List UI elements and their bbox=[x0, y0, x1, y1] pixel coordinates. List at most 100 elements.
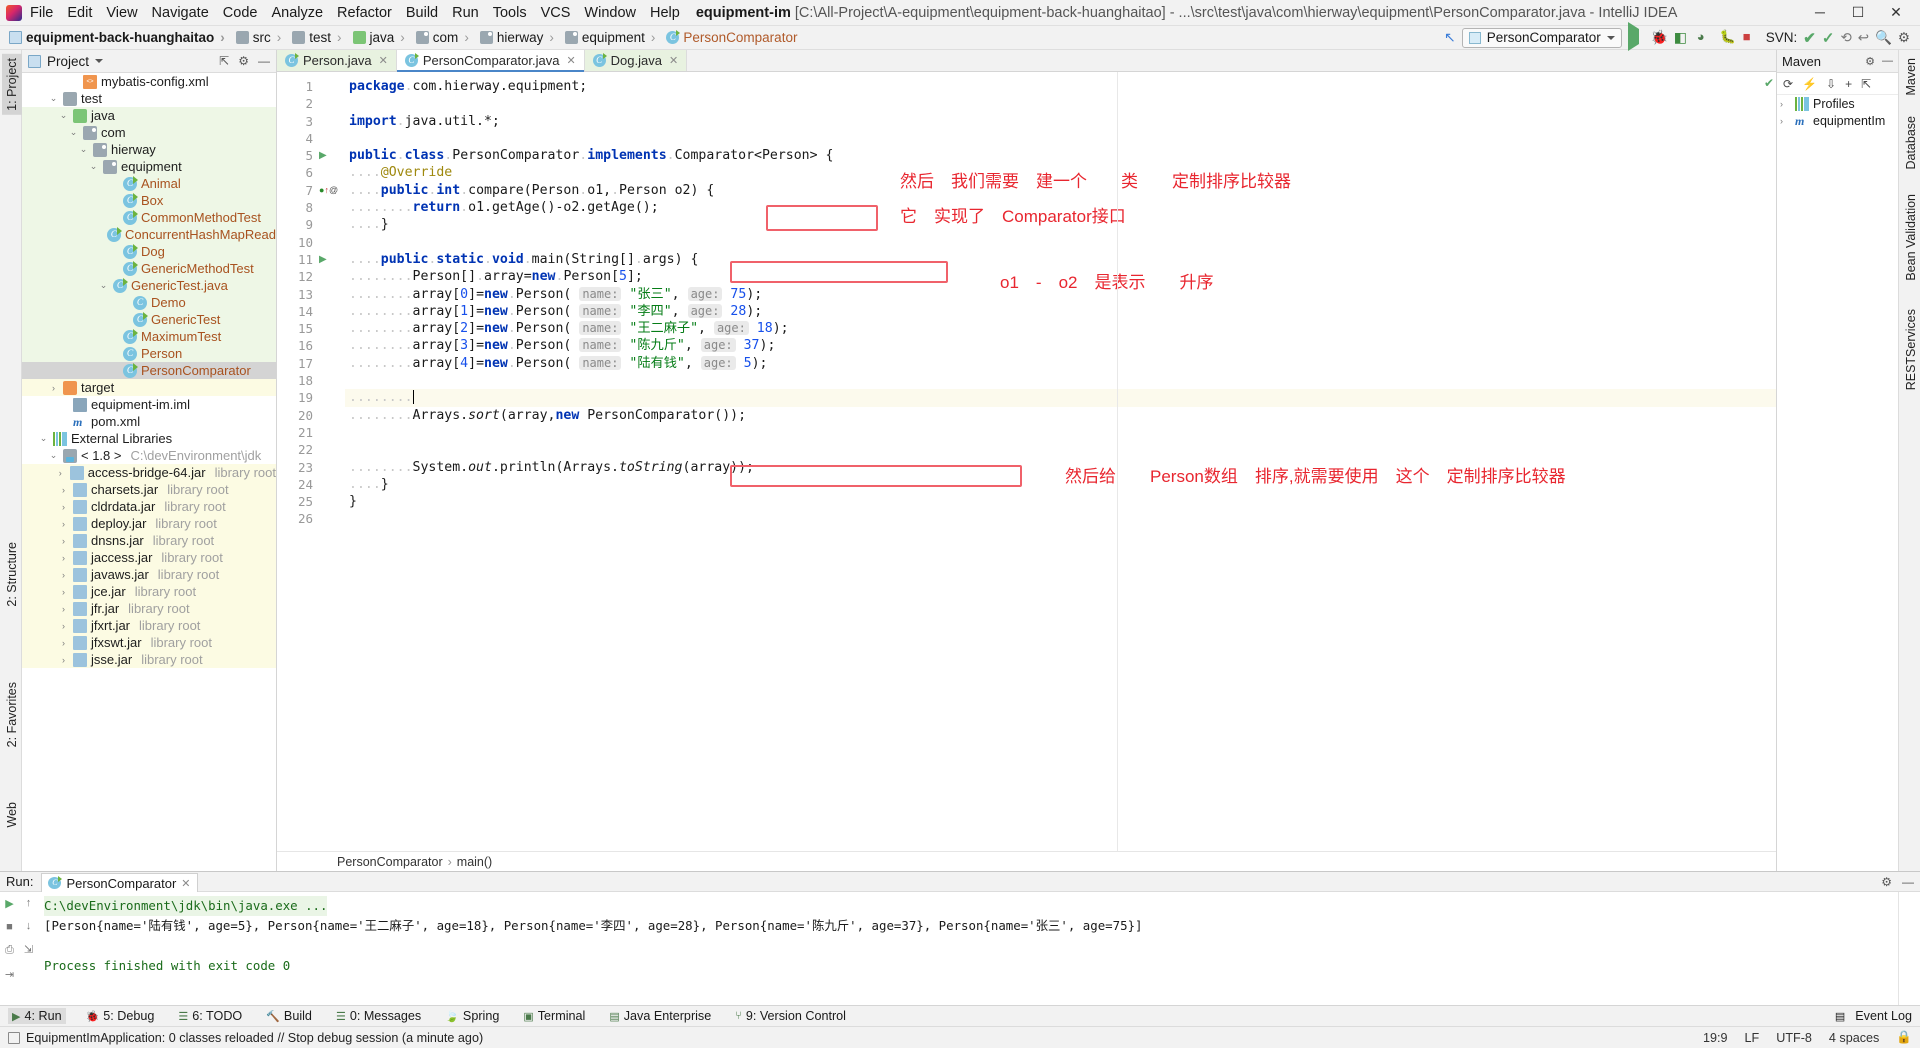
editor-tab[interactable]: C Dog.java ✕ bbox=[584, 50, 688, 71]
breadcrumb-item-com[interactable]: com › bbox=[413, 29, 474, 46]
tree-node[interactable]: C CommonMethodTest bbox=[22, 209, 276, 226]
settings-icon[interactable]: ⚙ bbox=[1898, 30, 1910, 46]
code-line[interactable]: ........array[3]=new.Person( name: "陈九斤"… bbox=[345, 337, 1776, 354]
tree-node[interactable]: › jce.jar library root bbox=[22, 583, 276, 600]
source-code[interactable]: package.com.hierway.equipment; import.ja… bbox=[345, 72, 1776, 851]
tree-twisty-icon[interactable]: › bbox=[58, 570, 69, 580]
up-icon[interactable]: ↑ bbox=[26, 897, 32, 909]
console-output[interactable]: C:\devEnvironment\jdk\bin\java.exe ... [… bbox=[38, 892, 1898, 1005]
toolwindow-button-vcs[interactable]: ⑂ 9: Version Control bbox=[731, 1008, 850, 1024]
file-encoding[interactable]: UTF-8 bbox=[1776, 1031, 1812, 1045]
menu-help[interactable]: Help bbox=[650, 5, 680, 21]
tree-twisty-icon[interactable]: › bbox=[58, 621, 69, 631]
hide-panel-icon[interactable]: — bbox=[258, 54, 270, 68]
maven-toolbar[interactable]: ⟳ ⚡ ⇩ + ⇱ bbox=[1777, 73, 1898, 95]
hide-panel-icon[interactable]: — bbox=[1882, 55, 1893, 68]
code-line[interactable] bbox=[345, 234, 1776, 251]
tree-twisty-icon[interactable]: ⌄ bbox=[48, 450, 59, 461]
code-line[interactable]: ........array[1]=new.Person( name: "李四",… bbox=[345, 303, 1776, 320]
print-icon[interactable]: ⎙ bbox=[5, 944, 14, 957]
editor-tab[interactable]: C PersonComparator.java ✕ bbox=[396, 50, 585, 72]
code-line[interactable] bbox=[345, 510, 1776, 527]
breadcrumb-item-src[interactable]: src › bbox=[233, 29, 287, 46]
menu-code[interactable]: Code bbox=[223, 5, 258, 21]
tree-node[interactable]: › cldrdata.jar library root bbox=[22, 498, 276, 515]
menu-file[interactable]: File bbox=[30, 5, 53, 21]
close-icon[interactable]: ✕ bbox=[181, 877, 190, 890]
window-controls[interactable]: ─ ☐ ✕ bbox=[1812, 4, 1914, 21]
toolwindow-button-todo[interactable]: ☰ 6: TODO bbox=[174, 1008, 246, 1024]
generate-sources-icon[interactable]: ⚡ bbox=[1802, 77, 1817, 91]
tree-twisty-icon[interactable]: › bbox=[58, 604, 69, 614]
menu-analyze[interactable]: Analyze bbox=[271, 5, 323, 21]
breadcrumb-item-test[interactable]: test › bbox=[289, 29, 346, 46]
event-log-button[interactable]: ▤ Event Log bbox=[1835, 1009, 1912, 1023]
sidebar-tab-structure[interactable]: 2: Structure bbox=[2, 538, 22, 611]
run-class-gutter-icon[interactable]: ▶ bbox=[319, 147, 345, 164]
tree-node[interactable]: mybatis-config.xml bbox=[22, 73, 276, 90]
hide-panel-icon[interactable]: — bbox=[1902, 875, 1914, 889]
tree-twisty-icon[interactable]: ⌄ bbox=[68, 127, 79, 138]
tree-node[interactable]: ⌄ equipment bbox=[22, 158, 276, 175]
run-main-gutter-icon[interactable]: ▶ bbox=[319, 251, 345, 268]
tree-node[interactable]: ⌄ C GenericTest.java bbox=[22, 277, 276, 294]
download-sources-icon[interactable]: ⇩ bbox=[1826, 77, 1836, 91]
settings-icon[interactable]: ⚙ bbox=[1865, 55, 1875, 68]
sidebar-tab-database[interactable]: Database bbox=[1901, 112, 1920, 174]
tree-twisty-icon[interactable]: › bbox=[48, 383, 59, 393]
menu-build[interactable]: Build bbox=[406, 5, 438, 21]
inspection-status-icon[interactable]: ✔ bbox=[1764, 76, 1774, 90]
tree-node[interactable]: › jfr.jar library root bbox=[22, 600, 276, 617]
tool-window-bar[interactable]: ▶ 4: Run 🐞 5: Debug ☰ 6: TODO 🔨 Build ☰ 0: Messag… bbox=[0, 1005, 1920, 1026]
breadcrumb-class[interactable]: PersonComparator bbox=[337, 855, 443, 869]
sidebar-tab-maven[interactable]: Maven bbox=[1901, 54, 1920, 100]
tree-node[interactable]: C Dog bbox=[22, 243, 276, 260]
code-line[interactable]: public.class.PersonComparator.implements… bbox=[345, 147, 1776, 164]
tree-node[interactable]: › jaccess.jar library root bbox=[22, 549, 276, 566]
run-tab[interactable]: C PersonComparator ✕ bbox=[41, 873, 198, 892]
chevron-down-icon[interactable] bbox=[95, 59, 104, 63]
rerun-icon[interactable]: ▶ bbox=[5, 897, 13, 910]
toolwindow-button-javaee[interactable]: ▤ Java Enterprise bbox=[605, 1008, 715, 1024]
minimize-icon[interactable]: ─ bbox=[1812, 4, 1828, 21]
tree-node[interactable]: ⌄ com bbox=[22, 124, 276, 141]
tree-twisty-icon[interactable]: ⌄ bbox=[98, 280, 109, 291]
svn-commit-icon[interactable]: ✓ bbox=[1822, 29, 1835, 47]
code-line[interactable] bbox=[345, 130, 1776, 147]
menu-run[interactable]: Run bbox=[452, 5, 479, 21]
code-line[interactable]: } bbox=[345, 493, 1776, 510]
tree-twisty-icon[interactable]: ⌄ bbox=[88, 161, 99, 172]
run-button[interactable] bbox=[1627, 22, 1645, 51]
code-line[interactable]: import.java.util.*; bbox=[345, 113, 1776, 130]
tree-node[interactable]: C MaximumTest bbox=[22, 328, 276, 345]
menu-view[interactable]: View bbox=[106, 5, 137, 21]
reimport-icon[interactable]: ⟳ bbox=[1783, 77, 1793, 91]
run-actions-column[interactable]: ▶ ■ ⎙ ⇥ bbox=[0, 892, 19, 1005]
rollback-icon[interactable]: ↩ bbox=[1858, 30, 1869, 46]
menu-refactor[interactable]: Refactor bbox=[337, 5, 392, 21]
console-scrollbar[interactable] bbox=[1898, 892, 1920, 1005]
tree-twisty-icon[interactable]: ⌄ bbox=[58, 110, 69, 121]
tree-node[interactable]: › javaws.jar library root bbox=[22, 566, 276, 583]
close-icon[interactable]: ✕ bbox=[379, 54, 388, 67]
maximize-icon[interactable]: ☐ bbox=[1850, 4, 1866, 21]
breadcrumb-item-class[interactable]: C PersonComparator bbox=[663, 29, 800, 46]
override-gutter-icon[interactable]: ●↑@ bbox=[319, 182, 345, 199]
sidebar-tab-project[interactable]: 1: Project bbox=[2, 54, 22, 115]
debug-button[interactable]: 🐞 bbox=[1651, 29, 1668, 46]
tree-node[interactable]: m pom.xml bbox=[22, 413, 276, 430]
project-tree[interactable]: mybatis-config.xml ⌄ test ⌄ java ⌄ com ⌄ hierway… bbox=[22, 73, 276, 871]
tree-node[interactable]: › jfxrt.jar library root bbox=[22, 617, 276, 634]
add-maven-project-icon[interactable]: + bbox=[1845, 77, 1852, 91]
code-line[interactable] bbox=[345, 95, 1776, 112]
gutter-markers[interactable]: ▶ ●↑@ ▶ bbox=[319, 72, 345, 851]
breadcrumb-item-equipment[interactable]: equipment › bbox=[562, 29, 661, 46]
maven-item-module[interactable]: › m equipmentIm bbox=[1777, 112, 1898, 129]
tree-node[interactable]: › jsse.jar library root bbox=[22, 651, 276, 668]
breadcrumb-method[interactable]: main() bbox=[457, 855, 492, 869]
breadcrumb-item-project[interactable]: equipment-back-huanghaitao › bbox=[6, 29, 230, 46]
close-icon[interactable]: ✕ bbox=[566, 54, 575, 67]
tree-node[interactable]: ⌄ java bbox=[22, 107, 276, 124]
sidebar-tab-favorites[interactable]: 2: Favorites bbox=[2, 678, 22, 751]
tree-node[interactable]: ⌄ External Libraries bbox=[22, 430, 276, 447]
